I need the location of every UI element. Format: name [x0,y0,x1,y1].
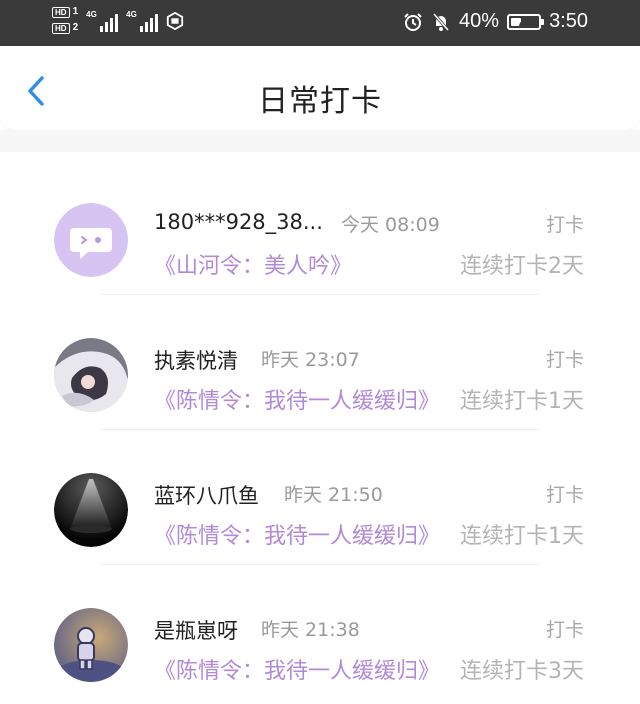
status-right-group: 40% 3:50 [403,10,588,33]
user-name: 执素悦清 [154,349,238,373]
checkin-label: 打卡 [545,214,584,236]
book-title[interactable]: 《陈情令：我待一人缓缓归》 [154,653,440,685]
streak-text: 连续打卡3天 [460,659,584,684]
status-left-group: HD 1 HD 2 4G 4G [52,6,184,34]
checkin-time: 昨天 21:38 [261,619,360,641]
checkin-time: 今天 08:09 [341,214,440,236]
page-header: 日常打卡 [0,46,640,130]
user-name: 蓝环八爪鱼 [154,484,259,508]
avatar[interactable] [54,473,128,547]
list-item[interactable]: 是瓶崽呀 昨天 21:38 打卡 《陈情令：我待一人缓缓归》 连续打卡3天 [0,557,640,692]
user-name: 180***928_38... [154,210,323,234]
book-title[interactable]: 《陈情令：我待一人缓缓归》 [154,518,440,550]
checkin-label: 打卡 [545,484,584,506]
streak-text: 连续打卡1天 [460,524,584,549]
checkin-label: 打卡 [545,619,584,641]
list-item[interactable]: 180***928_38... 今天 08:09 打卡 《山河令：美人吟》 连续… [0,152,640,295]
battery-percent: 40% [459,10,500,32]
book-title[interactable]: 《山河令：美人吟》 [154,248,352,280]
hd-sim1-badge: HD 1 [52,6,78,18]
chat-bubble-face-icon [54,203,128,277]
leaf-icon [519,17,532,26]
hd-sim2-badge: HD 2 [52,22,78,34]
clock-time: 3:50 [549,10,588,32]
status-bar: HD 1 HD 2 4G 4G 40% 3:50 [0,0,640,46]
streak-text: 连续打卡1天 [460,389,584,414]
section-gap [0,130,640,152]
avatar[interactable] [54,608,128,682]
book-title[interactable]: 《陈情令：我待一人缓缓归》 [154,383,440,415]
mute-bell-icon [432,12,450,31]
checkin-time: 昨天 23:07 [261,349,360,371]
spotlight-avatar [54,473,128,547]
battery-icon [507,13,545,30]
list-item[interactable]: 执素悦清 昨天 23:07 打卡 《陈情令：我待一人缓缓归》 连续打卡1天 [0,287,640,430]
app-notification-icon [167,12,184,30]
avatar[interactable] [54,338,128,412]
list-item[interactable]: 蓝环八爪鱼 昨天 21:50 打卡 《陈情令：我待一人缓缓归》 连续打卡1天 [0,422,640,565]
anime-character-avatar [54,338,128,412]
page-title: 日常打卡 [258,84,382,119]
signal-sim2-icon: 4G [126,6,159,32]
astronaut-avatar [54,608,128,682]
checkin-time: 昨天 21:50 [284,484,383,506]
alarm-icon [404,12,422,31]
signal-sim1-icon: 4G [86,6,119,32]
checkin-label: 打卡 [545,349,584,371]
user-name: 是瓶崽呀 [154,619,238,643]
streak-text: 连续打卡2天 [460,254,584,279]
avatar[interactable] [54,203,128,277]
